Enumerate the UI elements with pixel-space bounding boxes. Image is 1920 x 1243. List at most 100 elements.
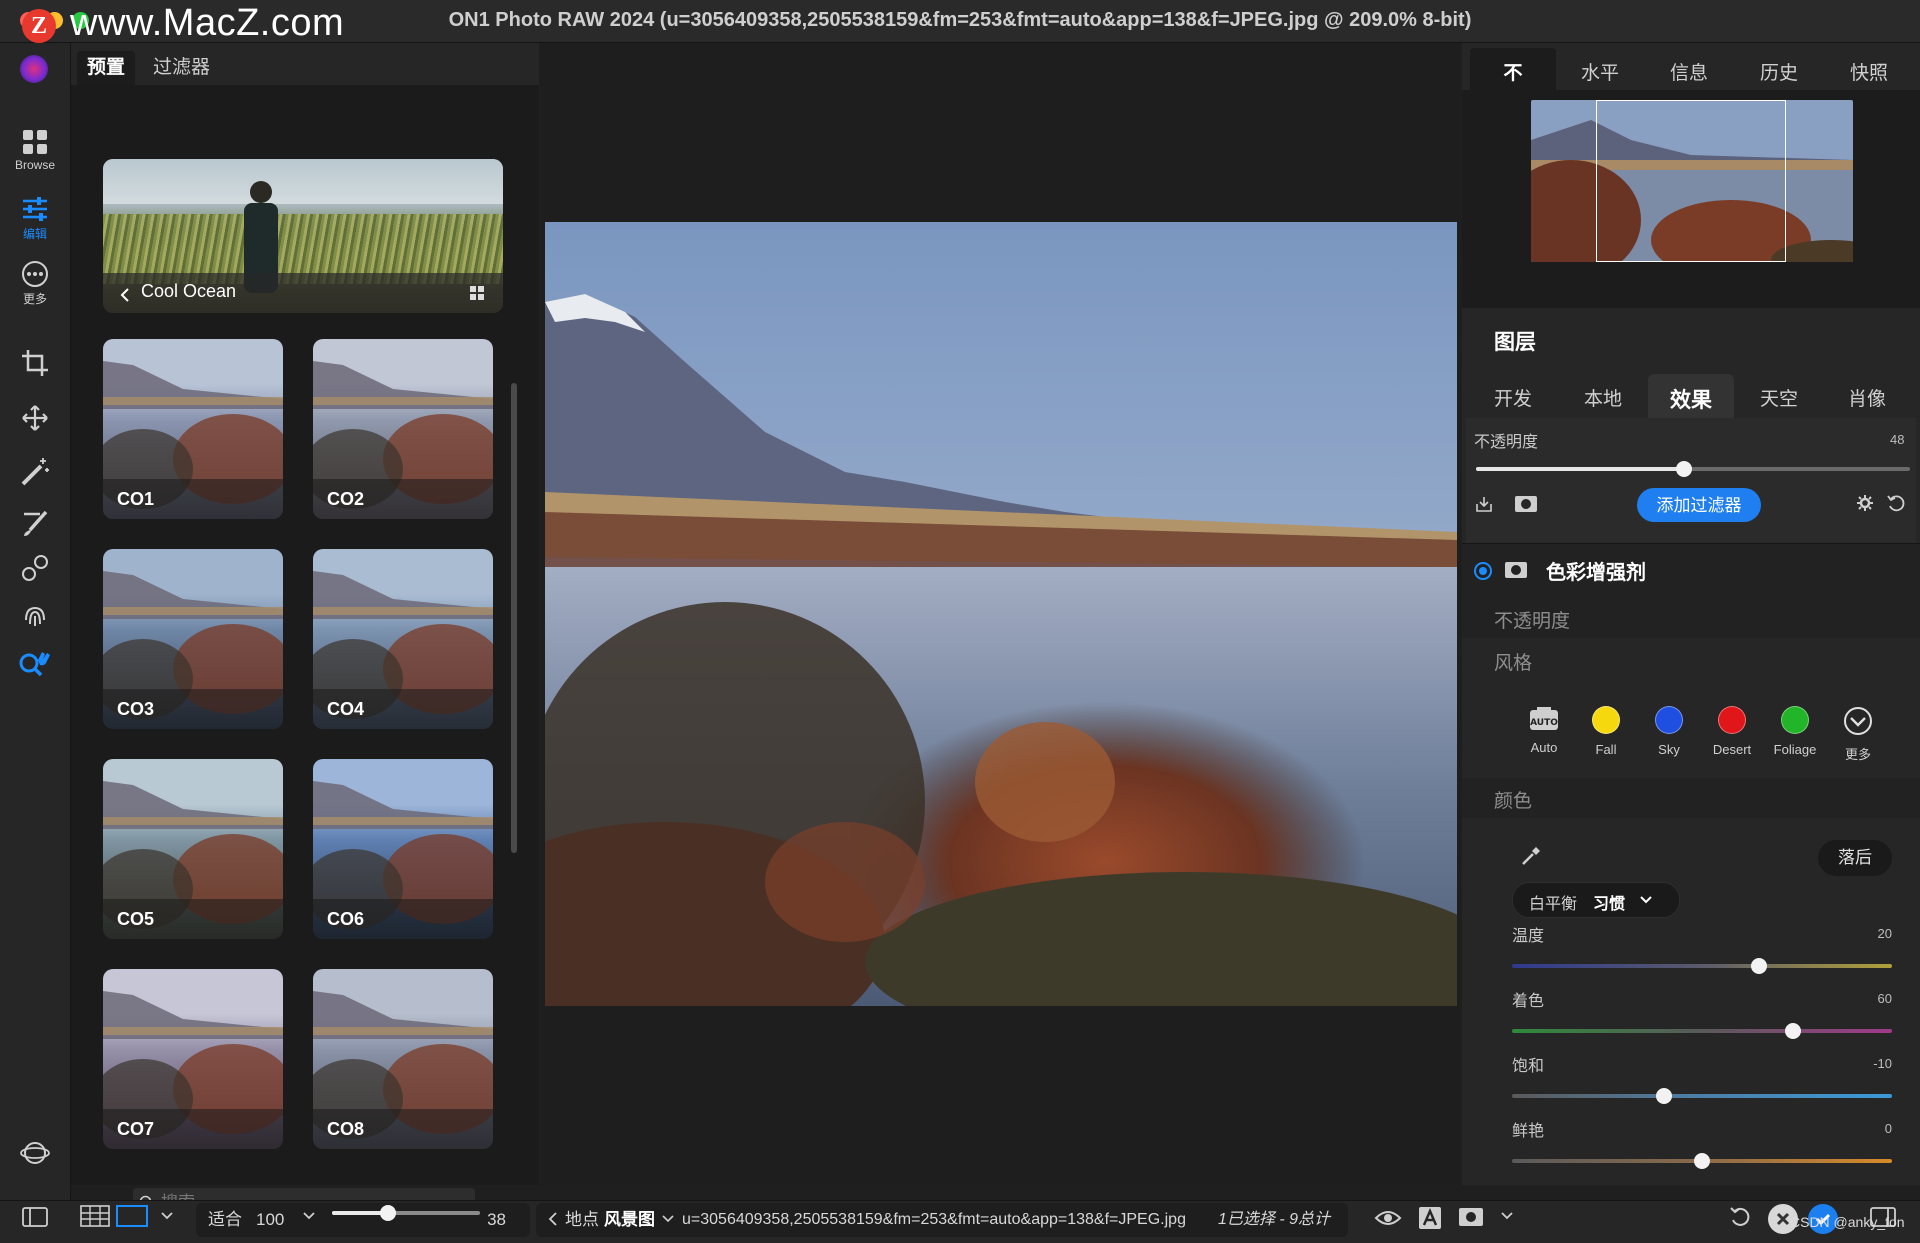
- grid-icon: [23, 130, 47, 154]
- transform-tool[interactable]: [10, 403, 60, 433]
- crop-tool[interactable]: [10, 348, 60, 378]
- mask-icon[interactable]: [1514, 494, 1538, 514]
- browse-tool[interactable]: Browse: [10, 128, 60, 172]
- more-tool[interactable]: 更多: [10, 260, 60, 307]
- filter-title[interactable]: 色彩增强剂: [1546, 556, 1646, 585]
- color-swatch-icon: [1718, 706, 1746, 734]
- slider-thumb-3[interactable]: [1694, 1153, 1710, 1169]
- clone-tool[interactable]: [10, 553, 60, 583]
- reset-icon[interactable]: [1886, 494, 1906, 512]
- preset-thumbnail[interactable]: CO7: [103, 969, 283, 1149]
- tab-presets[interactable]: 预置: [77, 51, 136, 85]
- preset-thumbnail[interactable]: CO5: [103, 759, 283, 939]
- chevron-left-icon[interactable]: [548, 1211, 558, 1227]
- chevron-circle-icon: [1844, 707, 1872, 735]
- preset-thumbnail[interactable]: CO4: [313, 549, 493, 729]
- tab-top-4[interactable]: 快照: [1826, 58, 1912, 85]
- csdn-watermark: CSDN @anky_fon: [1790, 1214, 1905, 1230]
- slider-thumb-2[interactable]: [1656, 1088, 1672, 1104]
- add-filter-button[interactable]: 添加过滤器: [1637, 488, 1761, 522]
- watermark-text: www.MacZ.com: [70, 2, 345, 44]
- chevron-down-icon[interactable]: [302, 1210, 316, 1222]
- navigator-view-box[interactable]: [1596, 100, 1786, 262]
- wb-label: 白平衡: [1529, 896, 1578, 913]
- magic-wand-tool[interactable]: [10, 456, 60, 488]
- tab-module-4[interactable]: 肖像: [1824, 384, 1910, 411]
- slider-track-2[interactable]: [1512, 1094, 1892, 1098]
- slider-thumb-0[interactable]: [1751, 958, 1767, 974]
- color-swatch-icon: [1592, 706, 1620, 734]
- chevron-down-icon[interactable]: [662, 1214, 674, 1224]
- zoom-tool[interactable]: [10, 648, 60, 680]
- style-section-label: 风格: [1494, 653, 1533, 674]
- preset-scrollbar[interactable]: [511, 383, 517, 853]
- fall-behind-button[interactable]: 落后: [1818, 840, 1892, 876]
- crop-icon: [22, 350, 48, 376]
- tab-top-1[interactable]: 水平: [1557, 58, 1643, 85]
- edit-tool[interactable]: 编辑: [10, 195, 60, 242]
- white-balance-dropdown[interactable]: 白平衡 习惯: [1512, 882, 1680, 918]
- tab-module-0[interactable]: 开发: [1470, 384, 1556, 411]
- category-card[interactable]: Cool Ocean: [103, 159, 503, 313]
- panel-toggle-left-icon[interactable]: [22, 1206, 48, 1228]
- preset-name: CO6: [327, 909, 365, 929]
- style-sky-button[interactable]: Sky: [1639, 706, 1699, 757]
- preset-name: CO8: [327, 1119, 365, 1139]
- chevron-left-icon[interactable]: [119, 287, 131, 303]
- style-foliage-button[interactable]: Foliage: [1765, 706, 1825, 757]
- portrait-tool[interactable]: [10, 600, 60, 630]
- fingerprint-icon: [25, 606, 45, 626]
- preset-thumbnail[interactable]: CO1: [103, 339, 283, 519]
- tab-top-2[interactable]: 信息: [1646, 58, 1732, 85]
- preset-thumbnail[interactable]: CO3: [103, 549, 283, 729]
- eye-icon[interactable]: [1374, 1208, 1402, 1228]
- style-fall-button[interactable]: Fall: [1576, 706, 1636, 757]
- filter-opacity-label[interactable]: 不透明度: [1494, 606, 1570, 633]
- breadcrumb-folder[interactable]: 风景图: [604, 1203, 655, 1237]
- color-swatch-icon: [1781, 706, 1809, 734]
- fit-label[interactable]: 适合: [208, 1203, 242, 1237]
- file-name: u=3056409358,2505538159&fm=253&fmt=auto&…: [682, 1211, 1186, 1228]
- undo-icon[interactable]: [1728, 1205, 1752, 1229]
- filter-enable-radio[interactable]: [1474, 562, 1492, 580]
- eyedropper-icon[interactable]: [1520, 845, 1542, 867]
- tab-module-3[interactable]: 天空: [1736, 384, 1822, 411]
- slider-label-1: 着色: [1512, 993, 1545, 1010]
- preset-thumbnail[interactable]: CO8: [313, 969, 493, 1149]
- thumbnail-size-thumb[interactable]: [380, 1205, 396, 1221]
- tab-top-3[interactable]: 历史: [1736, 58, 1822, 85]
- slider-value-2: -10: [1873, 1056, 1892, 1071]
- chevron-down-icon[interactable]: [160, 1210, 174, 1222]
- grid-view-icon[interactable]: [80, 1204, 110, 1228]
- breadcrumb-back[interactable]: 地点: [565, 1203, 599, 1237]
- grid-view-icon[interactable]: [469, 285, 485, 301]
- preset-name: CO3: [117, 699, 155, 719]
- slider-track-1[interactable]: [1512, 1029, 1892, 1033]
- filter-mask-icon[interactable]: [1504, 560, 1528, 580]
- tab-filters[interactable]: 过滤器: [143, 51, 220, 85]
- auto-icon: AUTO: [1530, 707, 1558, 730]
- zoom-value[interactable]: 100: [256, 1203, 284, 1237]
- tab-top-0[interactable]: 不: [1470, 58, 1556, 85]
- category-label: Cool Ocean: [141, 281, 237, 301]
- style-auto-button[interactable]: AUTO Auto: [1514, 706, 1574, 755]
- tab-module-2[interactable]: 效果: [1648, 384, 1734, 414]
- tab-module-1[interactable]: 本地: [1560, 384, 1646, 411]
- style-desert-button[interactable]: Desert: [1702, 706, 1762, 757]
- brush-tool[interactable]: [10, 508, 60, 538]
- chevron-down-icon[interactable]: [1500, 1210, 1514, 1222]
- opacity-slider-fill: [1476, 467, 1685, 471]
- main-photo[interactable]: [545, 222, 1457, 1006]
- text-overlay-icon[interactable]: [1418, 1206, 1442, 1230]
- help-tool[interactable]: [10, 1138, 60, 1168]
- slider-track-0[interactable]: [1512, 964, 1892, 968]
- selection-info: 1已选择 - 9总计: [1218, 1211, 1331, 1228]
- single-view-icon[interactable]: [116, 1204, 148, 1228]
- gear-icon[interactable]: [1856, 494, 1874, 512]
- style-更多-button[interactable]: 更多: [1828, 706, 1888, 763]
- mask-preview-icon[interactable]: [1458, 1206, 1484, 1228]
- preset-thumbnail[interactable]: CO2: [313, 339, 493, 519]
- preset-name: CO1: [117, 489, 155, 509]
- preset-thumbnail[interactable]: CO6: [313, 759, 493, 939]
- import-icon[interactable]: [1474, 494, 1494, 514]
